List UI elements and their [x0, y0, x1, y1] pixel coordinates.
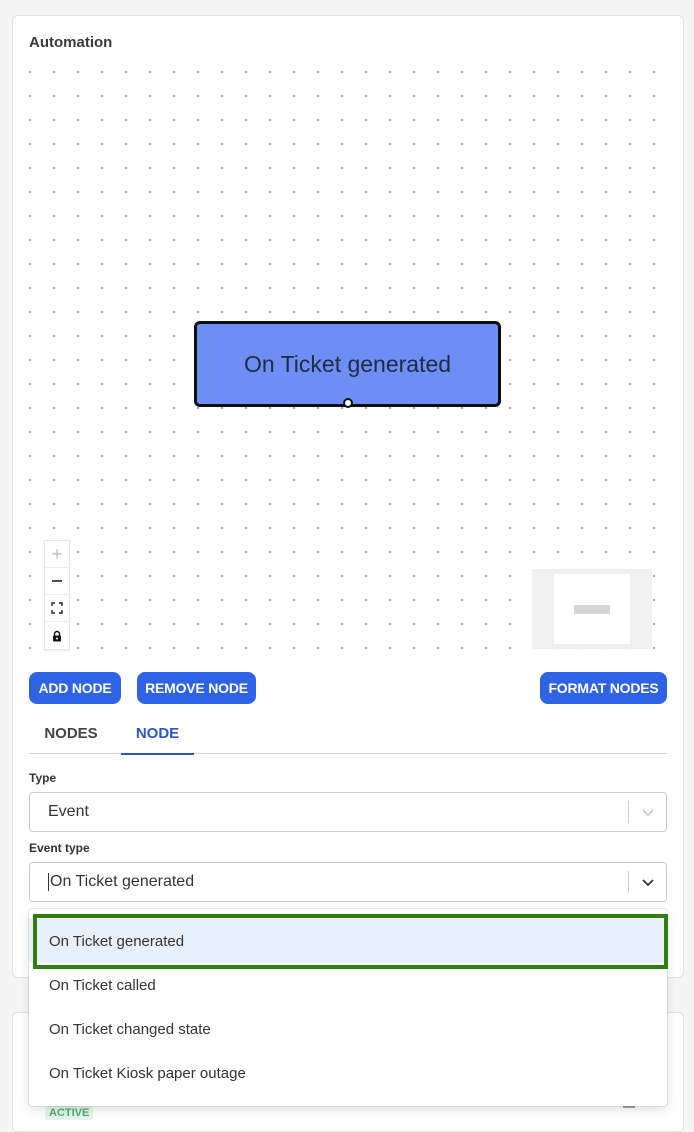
text-caret — [48, 873, 49, 891]
tab-node[interactable]: NODE — [121, 712, 194, 755]
chevron-down-icon[interactable] — [640, 874, 656, 890]
event-type-select[interactable]: On Ticket generated — [29, 862, 667, 902]
option-on-ticket-called[interactable]: On Ticket called — [29, 963, 667, 1007]
option-on-ticket-changed-state[interactable]: On Ticket changed state — [29, 1007, 667, 1051]
zoom-in-button[interactable]: + — [45, 541, 69, 568]
type-select[interactable]: Event — [29, 792, 667, 832]
minus-icon — [52, 580, 62, 582]
option-on-ticket-kiosk-paper-outage[interactable]: On Ticket Kiosk paper outage — [29, 1051, 667, 1095]
format-nodes-button[interactable]: FORMAT NODES — [540, 672, 667, 704]
fit-view-icon — [51, 602, 63, 614]
flow-node-on-ticket-generated[interactable]: On Ticket generated — [194, 321, 501, 407]
minimap[interactable] — [532, 569, 652, 649]
type-select-value: Event — [48, 803, 89, 820]
minimap-viewport — [554, 574, 630, 644]
card-title: Automation — [29, 34, 113, 51]
tab-nodes[interactable]: NODES — [29, 712, 113, 754]
fit-view-button[interactable] — [45, 595, 69, 622]
event-type-select-value: On Ticket generated — [50, 873, 195, 890]
tab-bar: NODES NODE — [29, 712, 667, 755]
option-on-ticket-generated[interactable]: On Ticket generated — [29, 919, 667, 963]
node-source-handle[interactable] — [343, 398, 353, 408]
select-separator — [628, 801, 629, 823]
select-separator — [628, 871, 629, 893]
type-label: Type — [29, 771, 57, 785]
chevron-down-icon[interactable] — [640, 804, 656, 820]
event-type-input[interactable]: On Ticket generated — [48, 863, 194, 901]
minimap-node — [574, 605, 610, 614]
lock-button[interactable] — [45, 622, 69, 649]
zoom-out-button[interactable] — [45, 568, 69, 595]
event-type-dropdown-menu: On Ticket generated On Ticket called On … — [29, 909, 667, 1106]
event-type-label: Event type — [29, 841, 90, 855]
add-node-button[interactable]: ADD NODE — [29, 672, 121, 704]
flow-node-label: On Ticket generated — [243, 350, 452, 377]
remove-node-button[interactable]: REMOVE NODE — [137, 672, 256, 704]
plus-icon: + — [51, 543, 63, 564]
canvas-controls: + — [44, 540, 70, 650]
lock-icon — [53, 630, 61, 641]
